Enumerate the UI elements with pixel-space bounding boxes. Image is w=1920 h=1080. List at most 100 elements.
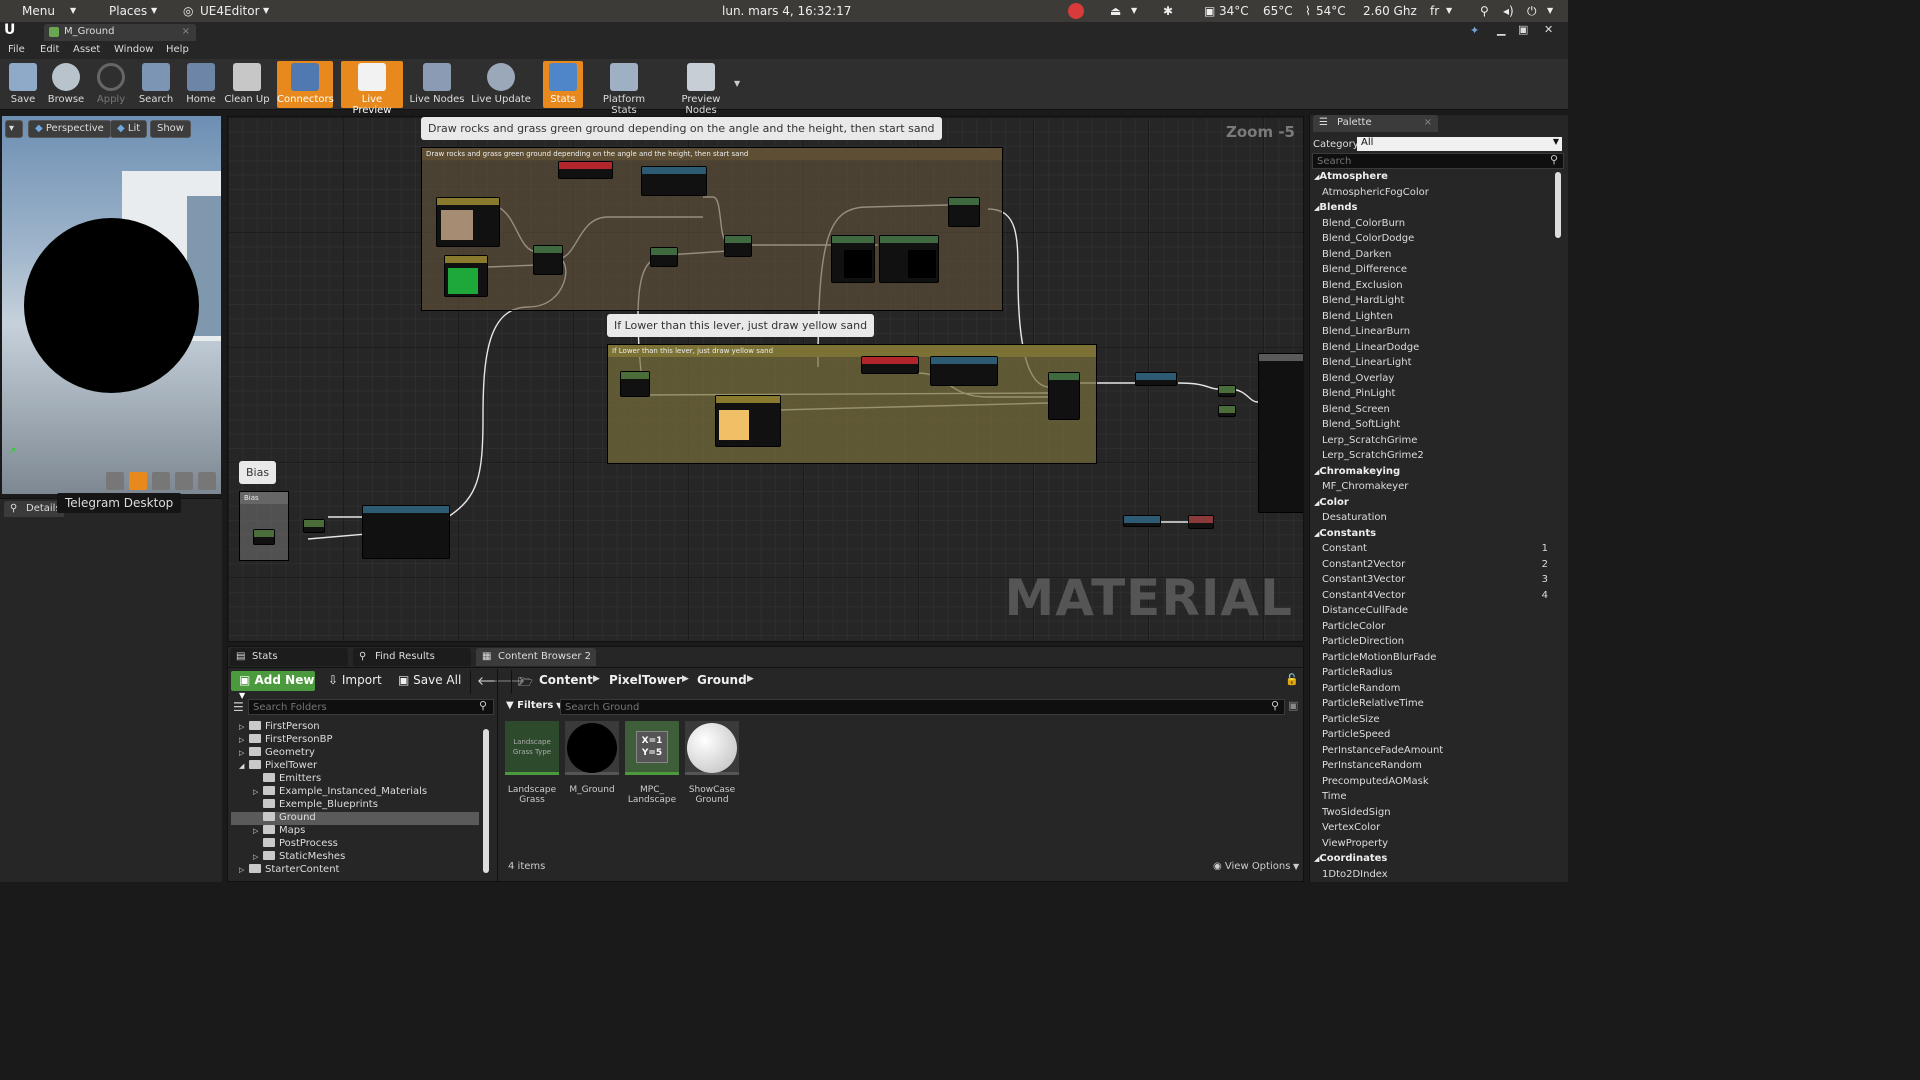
- preview-nodes-button[interactable]: Preview Nodes: [665, 61, 737, 116]
- home-button[interactable]: Home: [182, 61, 220, 108]
- palette-item[interactable]: Lerp_ScratchGrime2: [1322, 450, 1558, 465]
- save-button[interactable]: Save: [4, 61, 42, 108]
- filters-button[interactable]: ▼ Filters ▼: [506, 700, 562, 711]
- palette-item[interactable]: Blend_LinearDodge: [1322, 342, 1558, 357]
- menu-asset[interactable]: Asset: [73, 44, 100, 55]
- preview-sphere-button[interactable]: [129, 472, 147, 490]
- live-nodes-button[interactable]: Live Nodes: [409, 61, 465, 108]
- height-param-node[interactable]: [620, 371, 650, 397]
- view-options-button[interactable]: ◉ View Options ▼: [1213, 861, 1299, 872]
- palette-item[interactable]: Blend_LinearLight: [1322, 357, 1558, 372]
- preview-cylinder-button[interactable]: [106, 472, 124, 490]
- const-node[interactable]: [1218, 385, 1236, 397]
- palette-category[interactable]: ◢Coordinates: [1314, 853, 1550, 868]
- toolbar-overflow-icon[interactable]: ▼: [734, 79, 740, 88]
- palette-category[interactable]: ◢Blends: [1314, 202, 1550, 217]
- volume-icon[interactable]: ◂): [1503, 4, 1514, 18]
- palette-item[interactable]: Blend_Exclusion: [1322, 280, 1558, 295]
- absolute-world-position-node-2[interactable]: [861, 356, 919, 374]
- palette-item[interactable]: PerInstanceFadeAmount: [1322, 745, 1558, 760]
- output-node-small[interactable]: [1188, 515, 1214, 529]
- bias-const-node[interactable]: [253, 529, 275, 545]
- keyboard-lang[interactable]: fr: [1430, 4, 1439, 18]
- comment-box-rocks-grass[interactable]: Draw rocks and grass green ground depend…: [421, 147, 1003, 311]
- asset-m-ground[interactable]: M_Ground: [565, 721, 619, 795]
- palette-item[interactable]: PerInstanceRandom: [1322, 760, 1558, 775]
- palette-category[interactable]: ◢Atmosphere: [1314, 171, 1550, 186]
- menu-help[interactable]: Help: [166, 44, 189, 55]
- preview-plane-button[interactable]: [152, 472, 170, 490]
- multiply-node[interactable]: [831, 235, 875, 283]
- break-out-float3-node[interactable]: [641, 166, 707, 196]
- apply-button[interactable]: Apply: [92, 61, 130, 108]
- sample-node[interactable]: [1123, 515, 1161, 527]
- folder-item[interactable]: ▷ Example_Instanced_Materials: [231, 786, 479, 799]
- bluetooth-icon[interactable]: ✱: [1163, 4, 1173, 18]
- folder-item[interactable]: Emitters: [231, 773, 479, 786]
- clamp-node[interactable]: [879, 235, 939, 283]
- palette-item[interactable]: Blend_Overlay: [1322, 373, 1558, 388]
- add-new-button[interactable]: ▣ Add New ▼: [231, 671, 315, 700]
- folder-item[interactable]: ◢ PixelTower: [231, 760, 479, 773]
- upload-icon[interactable]: ⏏: [1110, 4, 1121, 18]
- import-button[interactable]: ⇩ Import: [328, 673, 382, 687]
- sand-texture-node[interactable]: [715, 395, 781, 447]
- breadcrumb-arrow-icon[interactable]: ▶: [747, 674, 754, 684]
- palette-item[interactable]: Blend_Difference: [1322, 264, 1558, 279]
- search-button[interactable]: Search: [136, 61, 176, 108]
- os-menu[interactable]: Menu: [22, 4, 55, 18]
- folder-item[interactable]: ▷ FirstPerson: [231, 721, 479, 734]
- texture-sample-node[interactable]: [436, 197, 500, 247]
- palette-item[interactable]: Constant 1: [1322, 543, 1558, 558]
- palette-item[interactable]: Time: [1322, 791, 1558, 806]
- connectors-button[interactable]: Connectors: [277, 61, 334, 108]
- breadcrumb-arrow-icon[interactable]: ▶: [593, 674, 600, 684]
- os-app-name[interactable]: UE4Editor: [200, 4, 260, 18]
- cleanup-button[interactable]: Clean Up: [224, 61, 270, 108]
- layer-blend-node[interactable]: [1135, 372, 1177, 386]
- expand-arrow-icon[interactable]: ▷: [239, 736, 249, 744]
- palette-search-input[interactable]: [1312, 153, 1564, 169]
- breadcrumb-arrow-icon[interactable]: ▶: [682, 674, 689, 684]
- lit-button[interactable]: ◆ Lit: [110, 120, 148, 138]
- folder-item[interactable]: ▷ FirstPersonBP: [231, 734, 479, 747]
- close-tab-icon[interactable]: ×: [182, 26, 190, 37]
- palette-item[interactable]: ViewProperty: [1322, 838, 1558, 853]
- expand-arrow-icon[interactable]: ▷: [239, 749, 249, 757]
- search-folders-input[interactable]: [248, 699, 494, 715]
- folder-item[interactable]: ▷ Maps: [231, 825, 479, 838]
- palette-item[interactable]: Desaturation: [1322, 512, 1558, 527]
- sources-toggle-icon[interactable]: ☰: [233, 700, 244, 714]
- comment-box-bias[interactable]: Bias: [239, 491, 289, 561]
- material-output-node[interactable]: [1258, 353, 1303, 513]
- palette-item[interactable]: Blend_ColorBurn: [1322, 218, 1558, 233]
- grass-texture-node[interactable]: [444, 255, 488, 297]
- folder-item[interactable]: Exemple_Blueprints: [231, 799, 479, 812]
- lerp-node[interactable]: [533, 245, 563, 275]
- comment-bubble-rocks-grass[interactable]: Draw rocks and grass green ground depend…: [421, 117, 942, 140]
- splitter[interactable]: [497, 669, 498, 881]
- break-out-float3-node-2[interactable]: [930, 356, 998, 386]
- folder-item[interactable]: ▷ Geometry: [231, 747, 479, 760]
- palette-item[interactable]: 1Dto2DIndex: [1322, 869, 1558, 884]
- power-icon[interactable]: ⏻: [1527, 4, 1537, 19]
- palette-item[interactable]: Blend_SoftLight: [1322, 419, 1558, 434]
- save-search-icon[interactable]: ▣: [1288, 699, 1298, 712]
- palette-category[interactable]: ◢Chromakeying: [1314, 466, 1550, 481]
- minimize-icon[interactable]: ▁: [1497, 23, 1505, 36]
- close-window-icon[interactable]: ✕: [1544, 23, 1553, 36]
- os-clock[interactable]: lun. mars 4, 16:32:17: [722, 4, 851, 18]
- perspective-button[interactable]: ◆ Perspective: [28, 120, 111, 138]
- palette-item[interactable]: AtmosphericFogColor: [1322, 187, 1558, 202]
- live-preview-button[interactable]: Live Preview: [341, 61, 403, 116]
- expand-arrow-icon[interactable]: ◢: [239, 762, 249, 770]
- palette-item[interactable]: DistanceCullFade: [1322, 605, 1558, 620]
- live-update-button[interactable]: Live Update: [471, 61, 531, 108]
- search-assets-input[interactable]: [560, 699, 1285, 715]
- palette-item[interactable]: ParticleSize: [1322, 714, 1558, 729]
- tab-find-results[interactable]: ⚲ Find Results: [353, 648, 471, 666]
- palette-category[interactable]: ◢Constants: [1314, 528, 1550, 543]
- palette-item[interactable]: ParticleRelativeTime: [1322, 698, 1558, 713]
- palette-item[interactable]: Blend_Darken: [1322, 249, 1558, 264]
- const-node-2[interactable]: [1218, 405, 1236, 417]
